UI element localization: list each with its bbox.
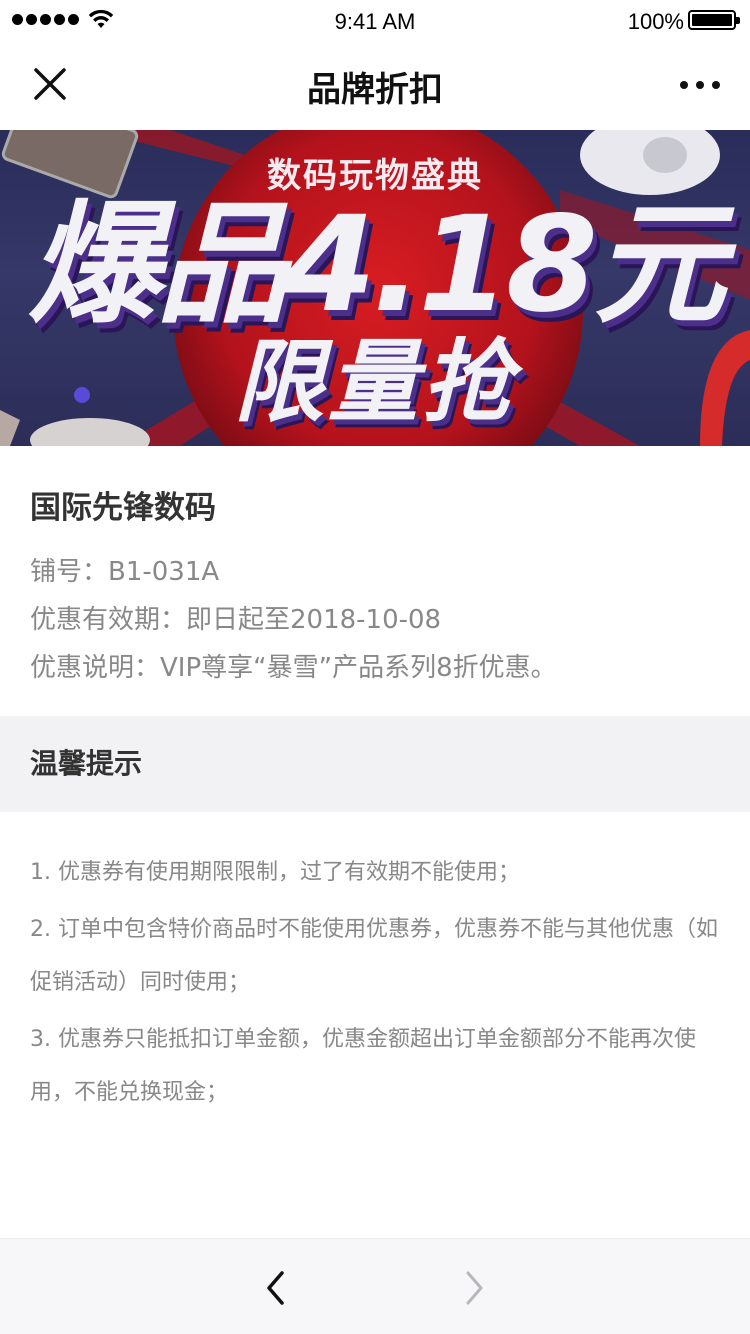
tip-item: 1. 优惠券有使用期限限制，过了有效期不能使用； bbox=[30, 860, 520, 885]
discount-description: 优惠说明：VIP尊享“暴雪”产品系列8折优惠。 bbox=[30, 653, 557, 683]
page-title: 品牌折扣 bbox=[307, 70, 443, 110]
shop-info-section: 国际先锋数码 铺号：B1-031A 优惠有效期：即日起至2018-10-08 优… bbox=[0, 446, 750, 716]
tip-item: 2. 订单中包含特价商品时不能使用优惠券，优惠券不能与其他优惠（如促销活动）同时… bbox=[30, 917, 718, 995]
battery-percentage: 100% bbox=[627, 9, 684, 34]
tips-list: 1. 优惠券有使用期限限制，过了有效期不能使用； 2. 订单中包含特价商品时不能… bbox=[0, 812, 750, 1123]
promo-banner[interactable]: 数码玩物盛典 爆品4.18元 限量抢 bbox=[0, 130, 750, 446]
back-button[interactable] bbox=[245, 1257, 305, 1317]
more-button[interactable] bbox=[670, 56, 730, 114]
battery-icon bbox=[688, 10, 740, 30]
forward-button[interactable] bbox=[445, 1257, 505, 1317]
chevron-left-icon bbox=[267, 1271, 284, 1305]
banner-headline: 爆品4.18元 bbox=[28, 188, 726, 342]
chevron-right-icon bbox=[466, 1271, 483, 1305]
shop-name: 国际先锋数码 bbox=[30, 490, 216, 526]
tip-item: 3. 优惠券只能抵扣订单金额，优惠金额超出订单金额部分不能再次使用，不能兑换现金… bbox=[30, 1027, 696, 1105]
more-icon bbox=[680, 81, 720, 89]
status-bar: 9:41 AM 100% bbox=[0, 0, 750, 40]
nav-bar: 品牌折扣 bbox=[0, 40, 750, 130]
banner-tagline: 限量抢 bbox=[234, 330, 516, 435]
tips-header: 温馨提示 bbox=[0, 716, 750, 812]
valid-period: 优惠有效期：即日起至2018-10-08 bbox=[30, 605, 442, 635]
shop-number: 铺号：B1-031A bbox=[30, 557, 220, 587]
bottom-toolbar bbox=[0, 1238, 750, 1334]
